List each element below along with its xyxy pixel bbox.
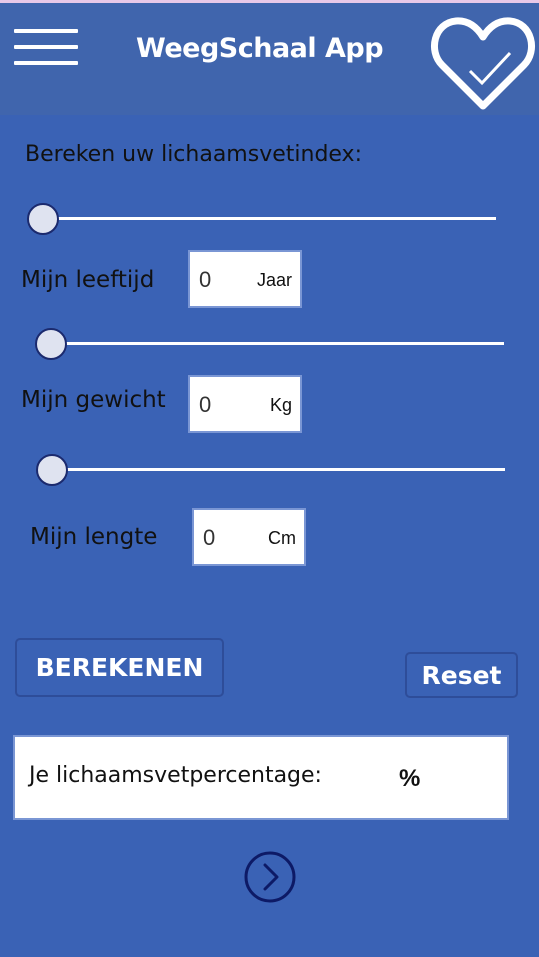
weight-value: 0 [199, 392, 212, 417]
length-value: 0 [203, 525, 216, 550]
app-screen: WeegSchaal App Bereken uw lichaamsvetind… [0, 0, 539, 957]
form-heading: Bereken uw lichaamsvetindex: [25, 142, 362, 167]
result-label: Je lichaamsvetpercentage: [29, 763, 322, 788]
weight-input[interactable]: 0 Kg [188, 375, 302, 433]
age-slider-thumb[interactable] [27, 203, 59, 235]
weight-unit: Kg [269, 395, 292, 415]
age-input[interactable]: 0 Jaar [188, 250, 302, 308]
weight-slider-thumb[interactable] [35, 328, 67, 360]
length-label: Mijn lengte [30, 524, 158, 550]
result-box: Je lichaamsvetpercentage: % [13, 735, 509, 820]
weight-slider-track [51, 342, 504, 345]
calculate-button[interactable]: BEREKENEN [15, 638, 224, 697]
age-value: 0 [199, 267, 212, 292]
app-title: WeegSchaal App [136, 33, 384, 64]
heart-check-icon[interactable] [430, 9, 536, 113]
age-slider[interactable] [27, 203, 496, 235]
length-slider[interactable] [36, 454, 505, 486]
reset-button[interactable]: Reset [405, 652, 518, 698]
weight-slider[interactable] [35, 328, 504, 360]
header-bar: WeegSchaal App [0, 3, 539, 115]
age-slider-track [43, 217, 496, 220]
chevron-right-circle-icon[interactable] [243, 850, 297, 904]
weight-label: Mijn gewicht [21, 387, 166, 413]
length-unit: Cm [268, 528, 296, 548]
age-unit: Jaar [256, 270, 292, 290]
age-label: Mijn leeftijd [21, 267, 155, 293]
hamburger-menu-icon[interactable] [14, 29, 78, 69]
length-input[interactable]: 0 Cm [192, 508, 306, 566]
result-percent-sign: % [399, 765, 421, 792]
length-slider-track [52, 468, 505, 471]
length-slider-thumb[interactable] [36, 454, 68, 486]
